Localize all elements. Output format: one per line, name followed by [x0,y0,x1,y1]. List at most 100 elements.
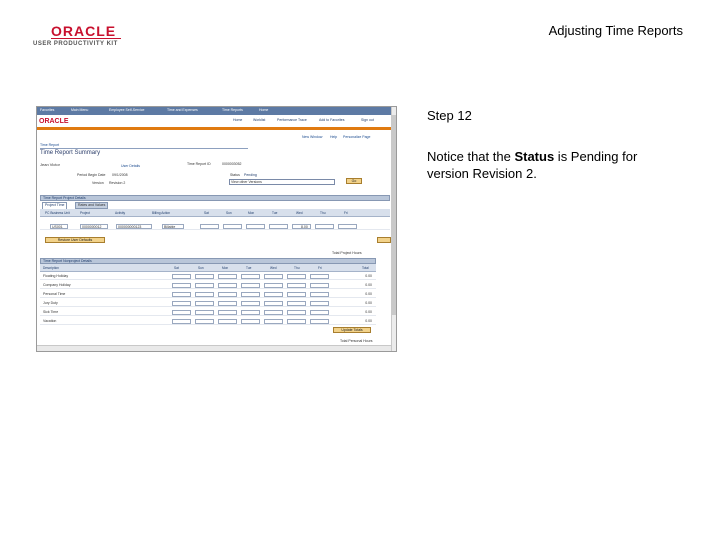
hours-input[interactable] [195,274,214,279]
hours-input[interactable] [287,274,306,279]
hours-input[interactable] [172,310,191,315]
add-row-button[interactable] [377,237,391,243]
col-tue: Tue [272,211,278,215]
go-button[interactable]: Go [346,178,362,184]
hours-input[interactable] [287,301,306,306]
hours-input[interactable] [287,283,306,288]
hours-input[interactable] [241,292,260,297]
bu-input[interactable]: US001 [50,224,68,229]
col-thu: Thu [320,211,326,215]
col-np-wed: Wed [270,266,277,270]
breadcrumb[interactable]: Time Report [40,143,59,147]
menu-ess[interactable]: Employee Self-Service [109,108,144,112]
hours-input[interactable] [172,283,191,288]
hours-input[interactable] [287,292,306,297]
hours-input[interactable] [264,301,283,306]
hours-input[interactable] [310,283,329,288]
hours-input[interactable] [241,310,260,315]
mon-input[interactable] [246,224,265,229]
toplink-favorites[interactable]: Add to Favorites [319,118,344,122]
activity-input[interactable]: 000000000123 [116,224,152,229]
nonproject-row: Sick Time 0.00 [40,309,376,316]
toplink-home[interactable]: Home [233,118,242,122]
col-np-sat: Sat [174,266,179,270]
hours-input[interactable] [172,292,191,297]
hours-input[interactable] [195,283,214,288]
hours-input[interactable] [218,319,237,324]
slide-title: Adjusting Time Reports [548,23,683,38]
hours-input[interactable] [195,301,214,306]
hours-input[interactable] [241,274,260,279]
wed-input[interactable]: 8.00 [292,224,311,229]
sun-input[interactable] [223,224,242,229]
hours-input[interactable] [218,283,237,288]
hours-input[interactable] [241,319,260,324]
hours-input[interactable] [264,274,283,279]
col-bu: PC Business Unit [45,211,70,215]
hours-input[interactable] [264,283,283,288]
menu-favorites[interactable]: Favorites [40,108,54,112]
hours-input[interactable] [264,292,283,297]
toplink-worklist[interactable]: Worklist [253,118,265,122]
user-details-link[interactable]: User Details [121,164,140,168]
tue-input[interactable] [269,224,288,229]
hours-input[interactable] [264,319,283,324]
view-versions-select[interactable]: View other Versions [229,179,335,185]
fri-input[interactable] [338,224,357,229]
col-mon: Mon [248,211,255,215]
hours-input[interactable] [310,274,329,279]
nonproject-row-label: Personal Time [43,292,66,296]
tab-rates-values[interactable]: Rates and Values [75,202,109,209]
hours-input[interactable] [241,301,260,306]
hours-input[interactable] [195,310,214,315]
hours-input[interactable] [218,301,237,306]
hours-input[interactable] [310,310,329,315]
col-sun: Sun [226,211,232,215]
hours-input[interactable] [195,319,214,324]
hours-input[interactable] [241,283,260,288]
menu-main[interactable]: Main Menu [71,108,88,112]
project-input[interactable]: 0000000012 [80,224,108,229]
hours-input[interactable] [218,310,237,315]
sat-input[interactable] [200,224,219,229]
update-totals-button[interactable]: Update Totals [333,327,371,333]
version-value: Revision 2 [109,181,126,185]
hours-input[interactable] [287,310,306,315]
tab-project-time[interactable]: Project Time [42,202,68,209]
toplink-trace[interactable]: Performance Trace [277,118,307,122]
hours-input[interactable] [310,301,329,306]
hours-input[interactable] [310,292,329,297]
row-total: 0.00 [365,301,372,305]
hours-input[interactable] [172,319,191,324]
hours-input[interactable] [218,274,237,279]
period-label: Period Begin Date [77,173,106,177]
hours-input[interactable] [172,274,191,279]
row-total: 0.00 [365,310,372,314]
menu-home[interactable]: Home [259,108,268,112]
hours-input[interactable] [310,319,329,324]
scroll-thumb[interactable] [391,115,396,315]
vertical-scrollbar[interactable] [391,107,396,351]
toplink-signout[interactable]: Sign out [361,118,374,122]
link-new-window[interactable]: New Window [302,135,322,139]
col-np-sun: Sun [198,266,204,270]
nonproject-row: Floating Holiday 0.00 [40,273,376,280]
hours-input[interactable] [195,292,214,297]
hours-input[interactable] [218,292,237,297]
step-description: Notice that the Status is Pending for ve… [427,148,667,182]
billing-select[interactable]: Billable [162,224,184,229]
step-title: Step 12 [427,108,472,123]
thu-input[interactable] [315,224,334,229]
restore-defaults-button[interactable]: Restore User Defaults [45,237,105,243]
menu-time-expense[interactable]: Time and Expenses [167,108,198,112]
link-personalize[interactable]: Personalize Page [343,135,370,139]
hours-input[interactable] [287,319,306,324]
hours-input[interactable] [264,310,283,315]
menu-time-reports[interactable]: Time Reports [222,108,243,112]
project-row: US001 0000000012 000000000123 Billable 8… [40,223,390,230]
hours-input[interactable] [172,301,191,306]
col-fri: Fri [344,211,348,215]
horizontal-scrollbar[interactable] [37,345,396,351]
link-help[interactable]: Help [330,135,337,139]
col-np-fri: Fri [318,266,322,270]
